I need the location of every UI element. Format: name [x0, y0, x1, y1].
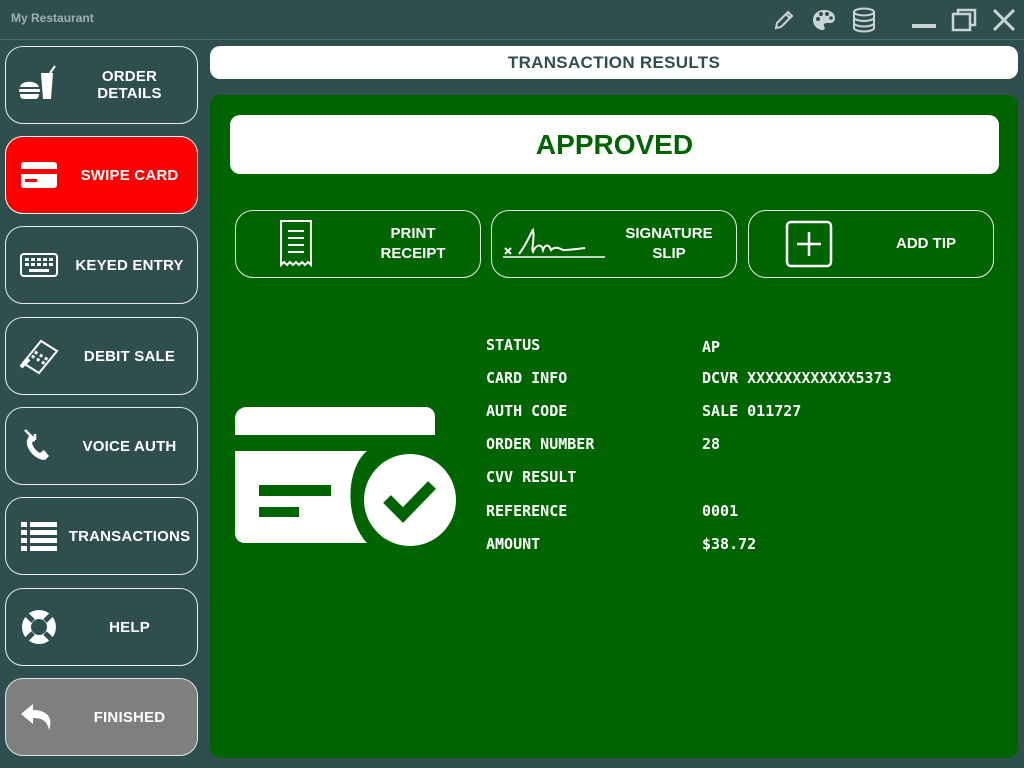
amount-value: $38.72	[702, 535, 757, 553]
status-label: STATUS	[486, 336, 541, 354]
order-number-label: ORDER NUMBER	[486, 435, 595, 453]
sidebar-item-label: DEBIT SALE	[83, 347, 176, 365]
finished-button[interactable]: FINISHED	[5, 678, 198, 756]
restore-icon[interactable]	[950, 6, 978, 34]
print-receipt-button[interactable]: PRINT RECEIPT	[235, 210, 481, 278]
sidebar-item-label: ORDER DETAILS	[97, 68, 162, 102]
phone-call-icon	[10, 408, 68, 484]
auth-code-value: SALE 011727	[702, 402, 802, 420]
page-title: TRANSACTION RESULTS	[210, 46, 1018, 79]
plus-box-icon	[749, 211, 869, 277]
sidebar-item-transactions[interactable]: TRANSACTIONS	[5, 497, 198, 575]
close-icon[interactable]	[990, 6, 1018, 34]
signature-slip-label: SIGNATURE SLIP	[625, 225, 713, 262]
palette-icon[interactable]	[810, 6, 838, 34]
credit-card-icon	[10, 137, 68, 213]
title-bar: My Restaurant	[0, 0, 1024, 40]
print-receipt-label: PRINT RECEIPT	[380, 225, 446, 262]
list-icon	[10, 498, 68, 574]
sidebar-item-label: FINISHED	[93, 708, 166, 726]
card-terminal-icon	[10, 318, 68, 394]
lifebuoy-icon	[10, 589, 68, 665]
sidebar-item-swipe-card[interactable]: SWIPE CARD	[5, 136, 198, 214]
card-info-label: CARD INFO	[486, 369, 568, 387]
sidebar-item-label: VOICE AUTH	[82, 437, 177, 455]
auth-code-label: AUTH CODE	[486, 402, 568, 420]
edit-icon[interactable]	[770, 6, 798, 34]
back-arrow-icon	[10, 679, 68, 755]
add-tip-button[interactable]: ADD TIP	[748, 210, 994, 278]
signature-slip-button[interactable]: SIGNATURE SLIP	[491, 210, 737, 278]
sidebar-item-order-details[interactable]: ORDER DETAILS	[5, 46, 198, 124]
transaction-results-panel: APPROVED PRINT RECEIPT SIGNATURE SLIP AD…	[210, 95, 1018, 758]
signature-icon	[492, 211, 612, 277]
minimize-icon[interactable]	[910, 6, 938, 34]
sidebar-item-label: SWIPE CARD	[80, 166, 179, 184]
reference-label: REFERENCE	[486, 502, 568, 520]
keyboard-icon	[10, 227, 68, 303]
sidebar-item-voice-auth[interactable]: VOICE AUTH	[5, 407, 198, 485]
app-title: My Restaurant	[11, 11, 94, 25]
food-drink-icon	[10, 47, 68, 123]
status-banner: APPROVED	[230, 115, 999, 174]
sidebar-item-label: KEYED ENTRY	[75, 256, 184, 274]
sidebar-item-help[interactable]: HELP	[5, 588, 198, 666]
status-value: AP	[702, 338, 721, 356]
reference-value: 0001	[702, 502, 739, 520]
database-icon[interactable]	[850, 6, 878, 34]
sidebar-item-keyed-entry[interactable]: KEYED ENTRY	[5, 226, 198, 304]
amount-label: AMOUNT	[486, 535, 541, 553]
add-tip-label: ADD TIP	[896, 235, 956, 252]
card-approved-icon	[235, 405, 457, 552]
cvv-result-label: CVV RESULT	[486, 468, 577, 486]
sidebar-item-debit-sale[interactable]: DEBIT SALE	[5, 317, 198, 395]
sidebar-item-label: HELP	[109, 618, 150, 636]
sidebar-item-label: TRANSACTIONS	[68, 527, 191, 545]
order-number-value: 28	[702, 435, 721, 453]
receipt-icon	[236, 211, 356, 277]
card-info-value: DCVR XXXXXXXXXXXX5373	[702, 369, 892, 387]
